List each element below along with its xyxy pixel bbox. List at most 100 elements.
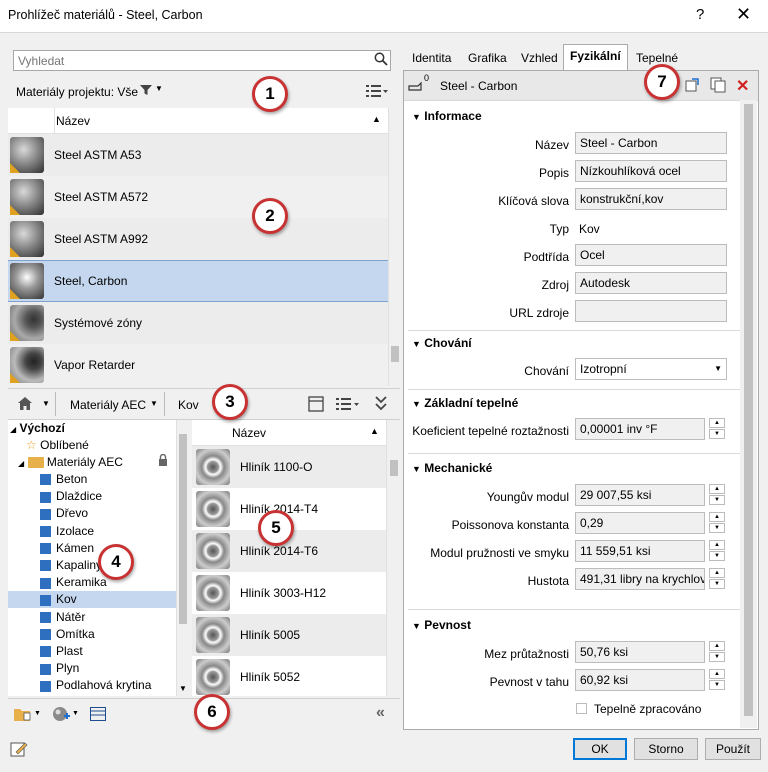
subclass-field[interactable]: Ocel <box>575 244 727 266</box>
spin-up-icon[interactable]: ▲ <box>709 512 725 522</box>
tree-node-category[interactable]: Dlaždice <box>8 488 176 505</box>
tree-node-category[interactable]: Různé <box>8 695 176 697</box>
search-box[interactable] <box>13 50 391 71</box>
heat-treated-checkbox[interactable] <box>576 703 587 714</box>
source-field[interactable]: Autodesk <box>575 272 727 294</box>
yield-strength-spinner[interactable]: ▲ ▼ <box>709 641 725 663</box>
open-library-icon[interactable] <box>14 707 32 725</box>
column-header-name[interactable]: Název <box>232 426 266 440</box>
spin-up-icon[interactable]: ▲ <box>709 418 725 428</box>
section-informace[interactable]: ▼ Informace <box>412 109 482 123</box>
project-filter-label[interactable]: Materiály projektu: Vše <box>16 85 138 99</box>
view-options-icon[interactable] <box>366 84 388 101</box>
spin-up-icon[interactable]: ▲ <box>709 484 725 494</box>
tree-node-category[interactable]: Keramika <box>8 574 176 591</box>
scroll-down-icon[interactable]: ▼ <box>179 684 187 693</box>
expand-icon[interactable]: ◢ <box>10 425 16 434</box>
list-item[interactable]: Steel ASTM A992 <box>8 218 388 260</box>
section-mechanicke[interactable]: ▼ Mechanické <box>412 461 492 475</box>
scroll-thumb[interactable] <box>390 460 398 476</box>
scroll-thumb[interactable] <box>391 346 399 362</box>
yield-strength-field[interactable]: 50,76 ksi <box>575 641 705 663</box>
section-zakladni-tepelne[interactable]: ▼ Základní tepelné <box>412 396 518 410</box>
collapse-left-icon[interactable]: « <box>376 704 385 722</box>
tree-node-category[interactable]: Plast <box>8 643 176 660</box>
filter-icon[interactable] <box>140 84 152 99</box>
create-material-icon[interactable] <box>52 706 70 726</box>
keywords-field[interactable]: konstrukční,kov <box>575 188 727 210</box>
description-field[interactable]: Nízkouhlíková ocel <box>575 160 727 182</box>
section-chovani[interactable]: ▼ Chování <box>412 336 472 350</box>
create-material-dropdown-icon[interactable]: ▼ <box>72 710 79 717</box>
tree-node-category[interactable]: Nátěr <box>8 609 176 626</box>
list-item[interactable]: Systémové zóny <box>8 302 388 344</box>
project-list-scrollbar[interactable] <box>388 108 400 386</box>
list-item[interactable]: Hliník 1100-O <box>192 446 386 488</box>
tree-node-library[interactable]: ◢ Materiály AEC <box>18 453 178 471</box>
sort-asc-icon[interactable]: ▲ <box>372 114 381 124</box>
list-item[interactable]: Steel ASTM A572 <box>8 176 388 218</box>
tree-node-category[interactable]: Izolace <box>8 523 176 540</box>
tree-node-category[interactable]: Omítka <box>8 626 176 643</box>
panel-layout-icon[interactable] <box>308 396 324 415</box>
spin-down-icon[interactable]: ▼ <box>709 429 725 439</box>
spin-down-icon[interactable]: ▼ <box>709 523 725 533</box>
duplicate-asset-icon[interactable] <box>710 77 726 96</box>
thermal-expansion-field[interactable]: 0,00001 inv °F <box>575 418 705 440</box>
list-item[interactable]: Hliník 5005 <box>192 614 386 656</box>
collapse-library-icon[interactable] <box>374 395 388 414</box>
list-item-selected[interactable]: Steel, Carbon <box>8 260 388 302</box>
filter-dropdown-icon[interactable]: ▼ <box>155 84 163 93</box>
library-list-scrollbar[interactable] <box>386 420 400 696</box>
tree-node-favorites[interactable]: ☆ Oblíbené <box>26 437 178 454</box>
thermal-expansion-spinner[interactable]: ▲ ▼ <box>709 418 725 440</box>
spin-down-icon[interactable]: ▼ <box>709 551 725 561</box>
breadcrumb-dropdown-icon[interactable]: ▼ <box>150 399 158 408</box>
spin-down-icon[interactable]: ▼ <box>709 652 725 662</box>
expand-icon[interactable]: ◢ <box>18 459 24 468</box>
ok-button[interactable]: OK <box>573 738 627 760</box>
source-url-field[interactable] <box>575 300 727 322</box>
scroll-thumb[interactable] <box>179 434 187 624</box>
tab-grafika[interactable]: Grafika <box>461 46 514 70</box>
spin-down-icon[interactable]: ▼ <box>709 495 725 505</box>
spin-up-icon[interactable]: ▲ <box>709 568 725 578</box>
apply-button[interactable]: Použít <box>705 738 761 760</box>
density-field[interactable]: 491,31 libry na krychlovou stopu <box>575 568 705 590</box>
list-item[interactable]: Hliník 5052 <box>192 656 386 696</box>
tree-node-category[interactable]: Kov <box>8 591 176 609</box>
breadcrumb-item-kov[interactable]: Kov <box>178 398 199 412</box>
help-button[interactable]: ? <box>696 6 704 23</box>
scroll-thumb[interactable] <box>744 104 753 716</box>
youngs-modulus-field[interactable]: 29 007,55 ksi <box>575 484 705 506</box>
spin-up-icon[interactable]: ▲ <box>709 540 725 550</box>
delete-asset-icon[interactable]: ✕ <box>736 76 749 96</box>
density-spinner[interactable]: ▲ ▼ <box>709 568 725 590</box>
spin-up-icon[interactable]: ▲ <box>709 669 725 679</box>
tab-identita[interactable]: Identita <box>405 46 458 70</box>
tree-scrollbar[interactable]: ▼ <box>176 420 188 696</box>
list-item[interactable]: Vapor Retarder <box>8 344 388 386</box>
spin-down-icon[interactable]: ▼ <box>709 579 725 589</box>
cancel-button[interactable]: Storno <box>634 738 698 760</box>
poisson-ratio-spinner[interactable]: ▲ ▼ <box>709 512 725 534</box>
tree-node-category[interactable]: Kapaliny <box>8 557 176 574</box>
breadcrumb-item-aec[interactable]: Materiály AEC <box>70 398 146 412</box>
name-field[interactable]: Steel - Carbon <box>575 132 727 154</box>
poisson-ratio-field[interactable]: 0,29 <box>575 512 705 534</box>
home-dropdown-icon[interactable]: ▼ <box>42 399 50 408</box>
shear-modulus-spinner[interactable]: ▲ ▼ <box>709 540 725 562</box>
youngs-modulus-spinner[interactable]: ▲ ▼ <box>709 484 725 506</box>
spin-down-icon[interactable]: ▼ <box>709 680 725 690</box>
tree-node-category[interactable]: Plyn <box>8 660 176 677</box>
shear-modulus-field[interactable]: 11 559,51 ksi <box>575 540 705 562</box>
close-button[interactable]: ✕ <box>736 4 751 25</box>
behavior-select[interactable]: Izotropní ▼ <box>575 358 727 380</box>
tab-vzhled[interactable]: Vzhled <box>514 46 565 70</box>
tree-node-root[interactable]: ◢ Výchozí <box>8 420 176 437</box>
tensile-strength-field[interactable]: 60,92 ksi <box>575 669 705 691</box>
tensile-strength-spinner[interactable]: ▲ ▼ <box>709 669 725 691</box>
properties-scrollbar[interactable] <box>740 100 757 728</box>
tree-node-category[interactable]: Dřevo <box>8 505 176 522</box>
tree-node-category[interactable]: Beton <box>8 471 176 488</box>
